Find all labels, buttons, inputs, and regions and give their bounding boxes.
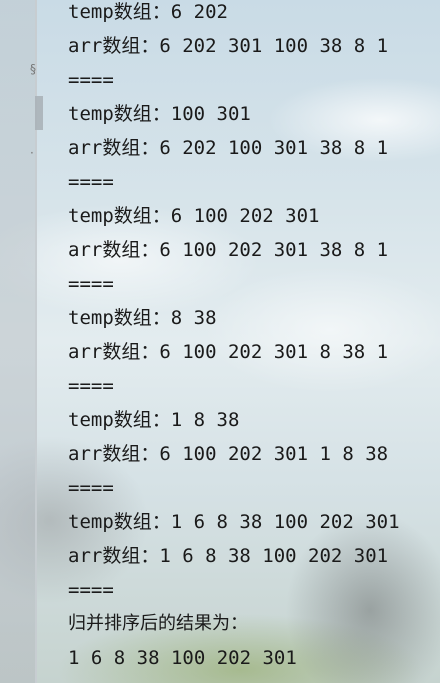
output-line: arr数组：6 202 301 100 38 8 1	[68, 35, 389, 57]
console-output[interactable]: temp数组：6 202 arr数组：6 202 301 100 38 8 1 …	[68, 0, 438, 679]
output-line: ====	[68, 273, 114, 295]
output-line: ====	[68, 69, 114, 91]
output-line: temp数组：1 6 8 38 100 202 301	[68, 511, 400, 533]
output-line: ====	[68, 375, 114, 397]
result-line: 1 6 8 38 100 202 301	[68, 647, 297, 669]
output-line: ====	[68, 171, 114, 193]
output-line: ====	[68, 579, 114, 601]
output-line: ====	[68, 477, 114, 499]
output-line: temp数组：8 38	[68, 307, 217, 329]
output-line: temp数组：1 8 38	[68, 409, 240, 431]
output-line: temp数组：6 202	[68, 1, 228, 23]
gutter-glyph: §	[30, 62, 36, 76]
output-line: arr数组：6 100 202 301 1 8 38	[68, 443, 389, 465]
output-line: temp数组：100 301	[68, 103, 251, 125]
output-line: arr数组：6 100 202 301 38 8 1	[68, 239, 389, 261]
editor-gutter	[0, 0, 37, 683]
output-line: arr数组：1 6 8 38 100 202 301	[68, 545, 389, 567]
gutter-glyph: ·	[30, 146, 34, 160]
result-heading: 归并排序后的结果为：	[68, 613, 248, 634]
output-line: arr数组：6 100 202 301 8 38 1	[68, 341, 389, 363]
output-line: temp数组：6 100 202 301	[68, 205, 320, 227]
gutter-scroll-marker	[35, 96, 43, 130]
output-line: arr数组：6 202 100 301 38 8 1	[68, 137, 389, 159]
